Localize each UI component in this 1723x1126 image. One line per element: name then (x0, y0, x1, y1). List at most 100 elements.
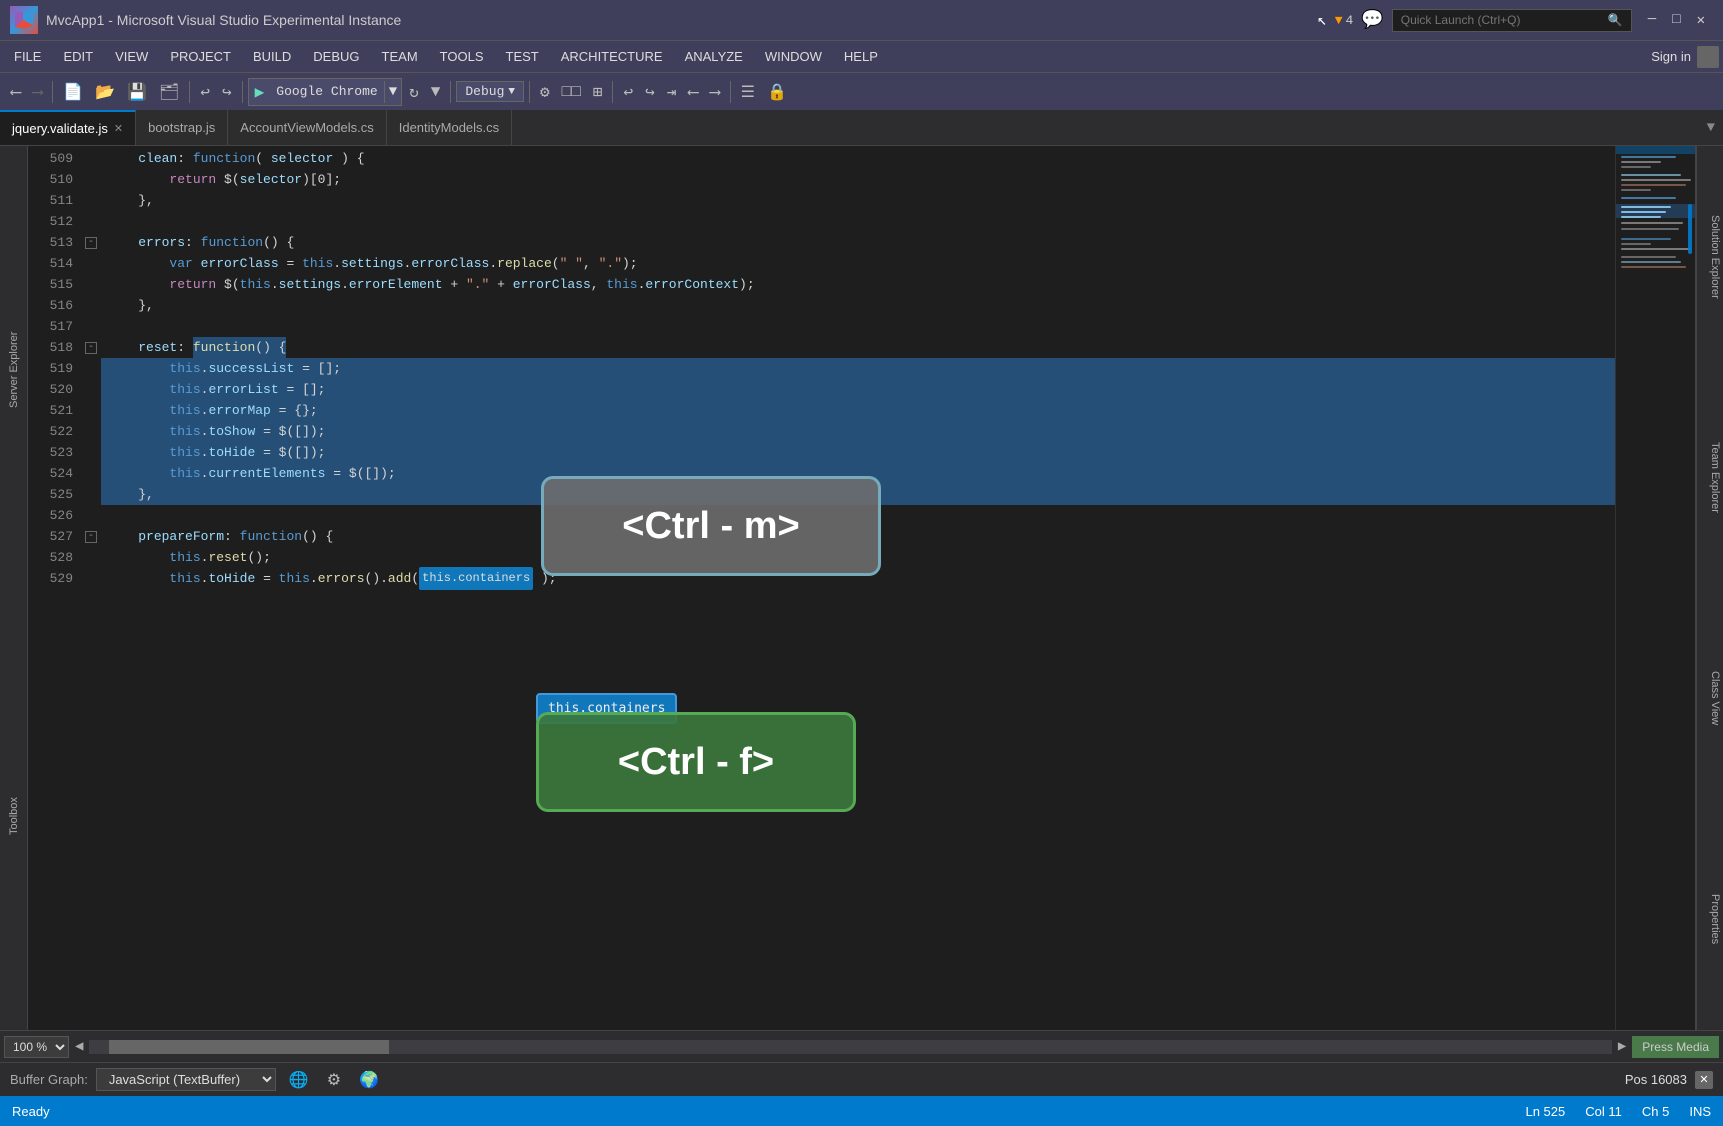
toolbar-btn12[interactable]: ⟵ (683, 79, 703, 105)
no-collapse-520 (83, 379, 101, 400)
no-collapse-524 (83, 463, 101, 484)
attach-dropdown[interactable]: ▼ (426, 80, 446, 104)
menu-window[interactable]: WINDOW (755, 45, 832, 68)
back-button[interactable]: ⟵ (6, 79, 26, 105)
menu-file[interactable]: FILE (4, 45, 51, 68)
collapse-icon-518[interactable]: - (85, 342, 97, 354)
save-all-button[interactable]: 🗂 (154, 79, 184, 105)
collapse-icon-513[interactable]: - (85, 237, 97, 249)
buffer-web-icon[interactable]: 🌐 (284, 1068, 314, 1092)
tab-account-viewmodels[interactable]: AccountViewModels.cs (228, 110, 386, 145)
sep1 (52, 81, 53, 103)
toolbar-btn11[interactable]: ⇥ (662, 79, 682, 105)
minimap (1615, 146, 1695, 1030)
collapse-527[interactable]: - (83, 526, 101, 547)
tab-jquery-validate[interactable]: jquery.validate.js ✕ (0, 110, 136, 145)
sidebar-team-explorer[interactable]: Team Explorer (1696, 367, 1723, 588)
menu-tools[interactable]: TOOLS (430, 45, 494, 68)
line-numbers: 509 510 511 512 513 514 515 516 517 518 … (28, 146, 83, 1030)
menu-architecture[interactable]: ARCHITECTURE (551, 45, 673, 68)
code-editor[interactable]: clean: function( selector ) { return $(s… (101, 146, 1615, 1030)
undo-button[interactable]: ↩ (195, 79, 215, 105)
code-line-509: clean: function( selector ) { (101, 148, 1615, 169)
toolbar-btn6[interactable]: ⚙ (535, 79, 555, 105)
minimap-svg (1616, 146, 1695, 746)
menu-edit[interactable]: EDIT (53, 45, 103, 68)
quick-launch-search[interactable]: 🔍 (1392, 9, 1632, 32)
ctrl-m-text: <Ctrl - m> (622, 516, 799, 537)
toolbar-btn8[interactable]: ⊞ (588, 79, 608, 105)
close-button[interactable]: ✕ (1697, 12, 1705, 29)
forward-button[interactable]: ⟶ (28, 79, 48, 105)
toolbar-lock-btn[interactable]: 🔒 (762, 79, 792, 105)
press-media-button[interactable]: Press Media (1632, 1036, 1719, 1058)
status-ready: Ready (12, 1104, 1505, 1119)
horizontal-scrollbar[interactable] (89, 1040, 1611, 1054)
no-collapse-521 (83, 400, 101, 421)
run-dropdown-arrow[interactable]: ▼ (384, 81, 401, 103)
refresh-button[interactable]: ↻ (404, 79, 424, 105)
buffer-graph-select[interactable]: JavaScript (TextBuffer) (96, 1068, 276, 1091)
menu-project[interactable]: PROJECT (160, 45, 241, 68)
new-file-button[interactable]: 📄 (58, 79, 88, 105)
no-collapse-511 (83, 190, 101, 211)
feedback-icon[interactable]: 💬 (1361, 9, 1383, 31)
sidebar-server-explorer[interactable]: Server Explorer (8, 156, 20, 583)
menu-build[interactable]: BUILD (243, 45, 301, 68)
restore-button[interactable]: □ (1672, 12, 1680, 29)
titlebar: MvcApp1 - Microsoft Visual Studio Experi… (0, 0, 1723, 40)
buffer-tool-icon1[interactable]: ⚙ (322, 1068, 346, 1092)
sidebar-class-view[interactable]: Class View (1696, 588, 1723, 809)
tab-bootstrap[interactable]: bootstrap.js (136, 110, 228, 145)
status-ins[interactable]: INS (1689, 1104, 1711, 1119)
menu-view[interactable]: VIEW (105, 45, 158, 68)
no-collapse-509 (83, 148, 101, 169)
toolbar-btn9[interactable]: ↩ (618, 79, 638, 105)
debug-config[interactable]: Debug ▼ (456, 81, 524, 102)
sidebar-properties[interactable]: Properties (1696, 809, 1723, 1030)
menu-analyze[interactable]: ANALYZE (675, 45, 753, 68)
scroll-left-arrow[interactable]: ◀ (75, 1038, 83, 1055)
code-line-515: return $(this.settings.errorElement + ".… (101, 274, 1615, 295)
notification-badge[interactable]: ▼ 4 (1335, 13, 1354, 28)
open-button[interactable]: 📂 (90, 79, 120, 105)
scroll-thumb-h[interactable] (109, 1040, 389, 1054)
status-ln[interactable]: Ln 525 (1525, 1104, 1565, 1119)
run-button[interactable]: ▶ Google Chrome ▼ (248, 78, 402, 106)
status-ch: Ch 5 (1642, 1104, 1669, 1119)
tab-identity-models[interactable]: IdentityModels.cs (387, 110, 512, 145)
toolbar-btn7[interactable]: □□ (557, 80, 586, 104)
zoom-select[interactable]: 100 % (4, 1036, 69, 1058)
close-pos-button[interactable]: ✕ (1695, 1071, 1713, 1089)
collapse-518[interactable]: - (83, 337, 101, 358)
no-collapse-529 (83, 568, 101, 589)
window-title: MvcApp1 - Microsoft Visual Studio Experi… (46, 12, 1309, 28)
run-label: Google Chrome (270, 81, 383, 102)
buffer-tool-icon2[interactable]: 🌍 (354, 1068, 384, 1092)
menu-team[interactable]: TEAM (372, 45, 428, 68)
collapse-513[interactable]: - (83, 232, 101, 253)
toolbar-btn13[interactable]: ⟶ (705, 79, 725, 105)
menu-test[interactable]: TEST (496, 45, 549, 68)
menu-debug[interactable]: DEBUG (303, 45, 369, 68)
scroll-right-arrow[interactable]: ▶ (1618, 1038, 1626, 1055)
sidebar-toolbox[interactable]: Toolbox (8, 603, 20, 1030)
code-line-518: reset: function() { (101, 337, 1615, 358)
status-col[interactable]: Col 11 (1585, 1104, 1622, 1119)
signin-label[interactable]: Sign in (1651, 49, 1691, 64)
tab-jquery-validate-close[interactable]: ✕ (114, 122, 123, 135)
quick-launch-input[interactable] (1401, 13, 1604, 27)
tabs-overflow-button[interactable]: ▼ (1699, 110, 1723, 145)
save-button[interactable]: 💾 (122, 79, 152, 105)
collapse-icon-527[interactable]: - (85, 531, 97, 543)
redo-button[interactable]: ↪ (217, 79, 237, 105)
menu-help[interactable]: HELP (834, 45, 888, 68)
sep3 (242, 81, 243, 103)
sidebar-solution-explorer[interactable]: Solution Explorer (1696, 146, 1723, 367)
debug-dropdown-arrow[interactable]: ▼ (508, 86, 515, 98)
minimize-button[interactable]: ─ (1648, 12, 1656, 29)
code-line-520: this.errorList = []; (101, 379, 1615, 400)
toolbar-btn10[interactable]: ↪ (640, 79, 660, 105)
no-collapse-517 (83, 316, 101, 337)
toolbar-view-btn[interactable]: ☰ (736, 79, 760, 105)
